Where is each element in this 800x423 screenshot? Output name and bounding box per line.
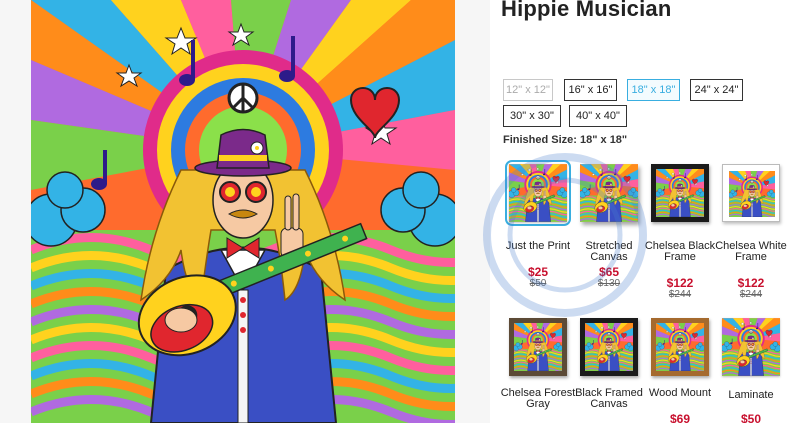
product-option-just-the-print[interactable]: Just the Print $25 $50 [505,160,571,290]
product-thumbnail [718,160,784,226]
product-option-black-framed-canvas[interactable]: Black Framed Canvas [575,314,643,423]
artwork-thumbnail [722,318,780,376]
product-option-old-price: $244 [668,289,692,300]
product-option-price: $50 [740,412,762,423]
product-title: Hippie Musician [501,0,672,21]
artwork-thumbnail [509,164,567,222]
product-artwork-image[interactable] [31,0,455,423]
product-option-price: $122 [737,276,765,290]
artwork-thumbnail [651,318,709,376]
product-thumbnail [576,160,642,226]
product-thumbnail [718,314,784,380]
product-option-price: $65 [598,265,620,279]
product-option-name: Black Framed Canvas [575,387,643,410]
size-option-24x24[interactable]: 24" x 24" [690,79,743,101]
product-thumbnail [647,314,713,380]
product-option-price: $69 [669,412,691,423]
size-option-30x30[interactable]: 30" x 30" [503,105,561,127]
product-option-wood-mount[interactable]: Wood Mount $69 [647,314,713,423]
artwork-thumbnail [580,164,638,222]
size-option-16x16[interactable]: 16" x 16" [564,79,617,101]
product-option-price: $25 [527,265,549,279]
size-option-40x40[interactable]: 40" x 40" [569,105,627,127]
product-option-name: Chelsea Forest Gray [500,387,576,410]
product-option-old-price: $244 [739,289,763,300]
artwork-panel [0,0,490,423]
product-option-laminate[interactable]: Laminate $50 [718,314,784,423]
product-option-price: $122 [666,276,694,290]
product-option-name: Laminate [728,389,774,401]
product-option-name: Stretched Canvas [585,240,633,263]
product-option-chelsea-black-frame[interactable]: Chelsea Black Frame $122 $244 [645,160,715,300]
product-option-name: Chelsea White Frame [715,240,787,263]
product-option-name: Wood Mount [648,387,712,399]
product-options-panel: Hippie Musician 12" x 12" 16" x 16" 18" … [490,0,800,423]
artwork-thumbnail [580,318,638,376]
size-option-12x12[interactable]: 12" x 12" [503,79,553,101]
product-option-name: Chelsea Black Frame [644,240,716,263]
product-thumbnail [505,160,571,226]
product-option-stretched-canvas[interactable]: Stretched Canvas $65 $130 [576,160,642,290]
size-option-18x18[interactable]: 18" x 18" [627,79,680,101]
product-option-chelsea-forest-gray[interactable]: Chelsea Forest Gray [501,314,575,423]
artwork-thumbnail [651,164,709,222]
product-thumbnail [505,314,571,380]
artwork-thumbnail [722,164,780,222]
product-thumbnail [647,160,713,226]
artwork-thumbnail [509,318,567,376]
product-option-name: Just the Print [505,240,571,252]
product-option-old-price: $50 [529,278,547,289]
product-option-chelsea-white-frame[interactable]: Chelsea White Frame $122 $244 [715,160,787,300]
product-option-old-price: $130 [597,278,621,289]
product-thumbnail [576,314,642,380]
finished-size-label: Finished Size: 18" x 18" [503,134,628,146]
